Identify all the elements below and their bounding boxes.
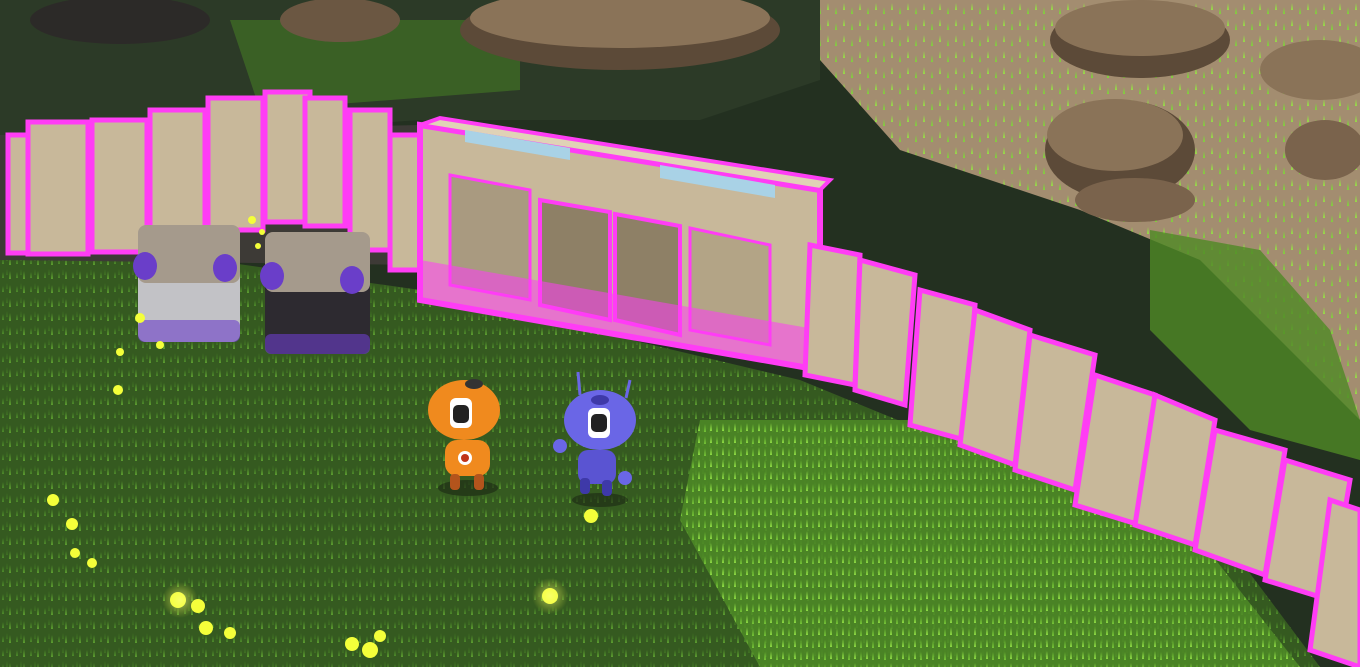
scene-canvas — [0, 0, 1360, 667]
crate-left — [133, 225, 240, 342]
game-viewport[interactable] — [0, 0, 1360, 667]
crate-right — [260, 232, 370, 354]
